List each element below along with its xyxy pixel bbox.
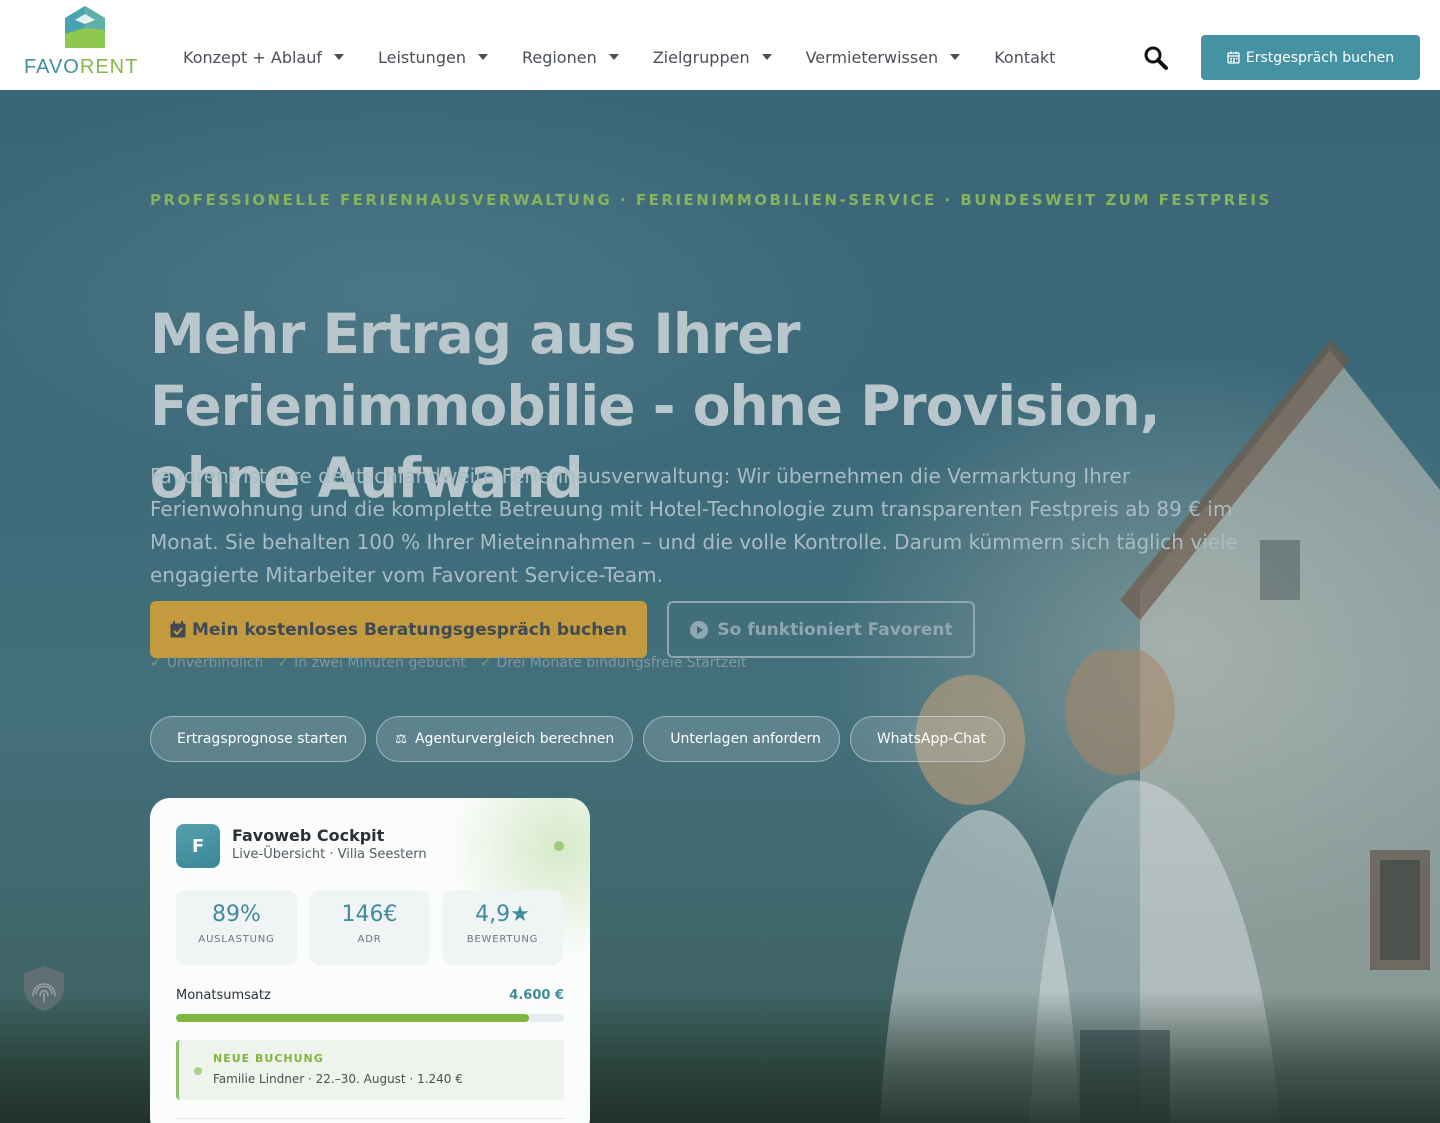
nav-item-label: Kontakt: [994, 47, 1056, 67]
hero-eyebrow: PROFESSIONELLE FERIENHAUSVERWALTUNG · FE…: [150, 191, 1272, 209]
nav-item-zielgruppen[interactable]: Zielgruppen: [653, 48, 772, 67]
trust-check-label: Unverbindlich: [166, 655, 264, 671]
cockpit-title: Favoweb Cockpit: [232, 826, 385, 845]
trust-check-item: ✓ Drei Monate bindungsfreie Startzeit: [480, 655, 747, 671]
booking-details: Familie Lindner · 22.–30. August · 1.240…: [213, 1072, 463, 1086]
monthly-revenue-value: 4.600 €: [509, 988, 564, 1003]
revenue-progress-bar: [176, 1014, 564, 1022]
kpi-value: 4,9★: [475, 902, 530, 927]
search-icon: [1144, 46, 1168, 70]
trust-check-label: Drei Monate bindungsfreie Startzeit: [496, 655, 747, 671]
monthly-revenue-label: Monatsumsatz: [176, 988, 271, 1003]
kpi-occupancy: 89% AUSLASTUNG: [176, 890, 297, 965]
trust-checklist: ✓ Unverbindlich ✓ In zwei Minuten gebuch…: [150, 655, 760, 671]
booking-dot-icon: [194, 1067, 202, 1075]
free-consultation-button[interactable]: Mein kostenloses Beratungsgespräch buche…: [150, 601, 647, 658]
search-button[interactable]: [1143, 45, 1169, 71]
new-booking-notification: NEUE BUCHUNG Familie Lindner · 22.–30. A…: [176, 1040, 564, 1100]
kpi-label: AUSLASTUNG: [198, 934, 275, 945]
chevron-down-icon: [950, 54, 961, 60]
favorent-logo[interactable]: FAVORENT: [24, 4, 146, 78]
pill-label: WhatsApp-Chat: [876, 731, 987, 747]
kpi-rating: 4,9★ BEWERTUNG: [442, 890, 563, 965]
nav-item-regionen[interactable]: Regionen: [522, 48, 619, 67]
yield-forecast-pill[interactable]: Ertragsprognose starten: [150, 716, 367, 762]
trust-check-label: In zwei Minuten gebucht: [294, 655, 466, 671]
checkmark-icon: ✓: [150, 655, 162, 671]
nav-item-label: Leistungen: [378, 47, 466, 67]
kpi-adr: 146€ ADR: [309, 890, 430, 965]
logo-wordmark-part1: FAVO: [24, 56, 80, 78]
nav-item-vermieterwissen[interactable]: Vermieterwissen: [806, 48, 961, 67]
trust-check-item: ✓ In zwei Minuten gebucht: [277, 655, 465, 671]
kpi-value: 146€: [341, 902, 398, 927]
free-consultation-label: Mein kostenloses Beratungsgespräch buche…: [192, 619, 627, 640]
calendar-check-icon: [170, 621, 186, 638]
agency-comparison-pill[interactable]: ⚖ Agenturvergleich berechnen: [376, 716, 634, 762]
pill-label: Ertragsprognose starten: [177, 731, 348, 747]
trust-check-item: ✓ Unverbindlich: [150, 655, 263, 671]
nav-item-leistungen[interactable]: Leistungen: [378, 48, 488, 67]
play-circle-icon: [690, 620, 709, 639]
live-status-dot-icon: [554, 841, 564, 851]
checkmark-icon: ✓: [479, 655, 492, 671]
how-it-works-button[interactable]: So funktioniert Favorent: [667, 601, 975, 658]
kpi-label: BEWERTUNG: [466, 934, 539, 945]
pill-label: Unterlagen anfordern: [670, 731, 821, 747]
book-consultation-button[interactable]: Erstgespräch buchen: [1201, 35, 1420, 80]
checkmark-icon: ✓: [277, 655, 290, 671]
nav-item-kontakt[interactable]: Kontakt: [994, 48, 1055, 67]
pill-label: Agenturvergleich berechnen: [414, 731, 615, 747]
hero-section: PROFESSIONELLE FERIENHAUSVERWALTUNG · FE…: [0, 90, 1440, 1123]
kpi-value: 89%: [212, 902, 261, 927]
cockpit-subtitle: Live-Übersicht · Villa Seestern: [232, 847, 427, 862]
how-it-works-label: So funktioniert Favorent: [717, 619, 953, 640]
nav-item-konzept[interactable]: Konzept + Ablauf: [183, 48, 344, 67]
nav-item-label: Konzept + Ablauf: [183, 47, 322, 67]
privacy-settings-button[interactable]: [20, 964, 68, 1012]
site-header: FAVORENT Konzept + Ablauf Leistungen Reg…: [0, 0, 1440, 90]
logo-wordmark: FAVORENT: [24, 56, 146, 79]
card-divider: [176, 1118, 564, 1119]
request-documents-pill[interactable]: Unterlagen anfordern: [643, 716, 840, 762]
chevron-down-icon: [761, 54, 772, 60]
cockpit-avatar: F: [176, 824, 220, 868]
main-nav: Konzept + Ablauf Leistungen Regionen Zie…: [183, 44, 1089, 70]
kpi-label: ADR: [357, 934, 382, 945]
kpi-row: 89% AUSLASTUNG 146€ ADR 4,9★ BEWERTUNG: [176, 890, 575, 965]
revenue-progress-fill: [176, 1014, 530, 1022]
fingerprint-shield-icon: [24, 966, 64, 1011]
house-logo-icon: [65, 6, 105, 48]
hero-lead-text: Favorent ist Ihre deutschlandweite Ferie…: [150, 464, 1238, 587]
nav-item-label: Vermieterwissen: [805, 47, 939, 67]
cockpit-card: F Favoweb Cockpit Live-Übersicht · Villa…: [150, 798, 590, 1123]
book-consultation-label: Erstgespräch buchen: [1245, 49, 1395, 66]
chevron-down-icon: [477, 54, 488, 60]
booking-tag: NEUE BUCHUNG: [213, 1052, 324, 1065]
chevron-down-icon: [608, 54, 619, 60]
nav-item-label: Zielgruppen: [652, 47, 750, 67]
logo-wordmark-part2: RENT: [79, 56, 139, 78]
scale-icon: ⚖: [395, 731, 407, 747]
calendar-icon: [1227, 51, 1240, 64]
nav-item-label: Regionen: [521, 47, 597, 67]
whatsapp-chat-pill[interactable]: WhatsApp-Chat: [849, 716, 1006, 762]
chevron-down-icon: [334, 54, 344, 60]
quick-action-pills: Ertragsprognose starten ⚖ Agenturverglei…: [150, 716, 1015, 762]
